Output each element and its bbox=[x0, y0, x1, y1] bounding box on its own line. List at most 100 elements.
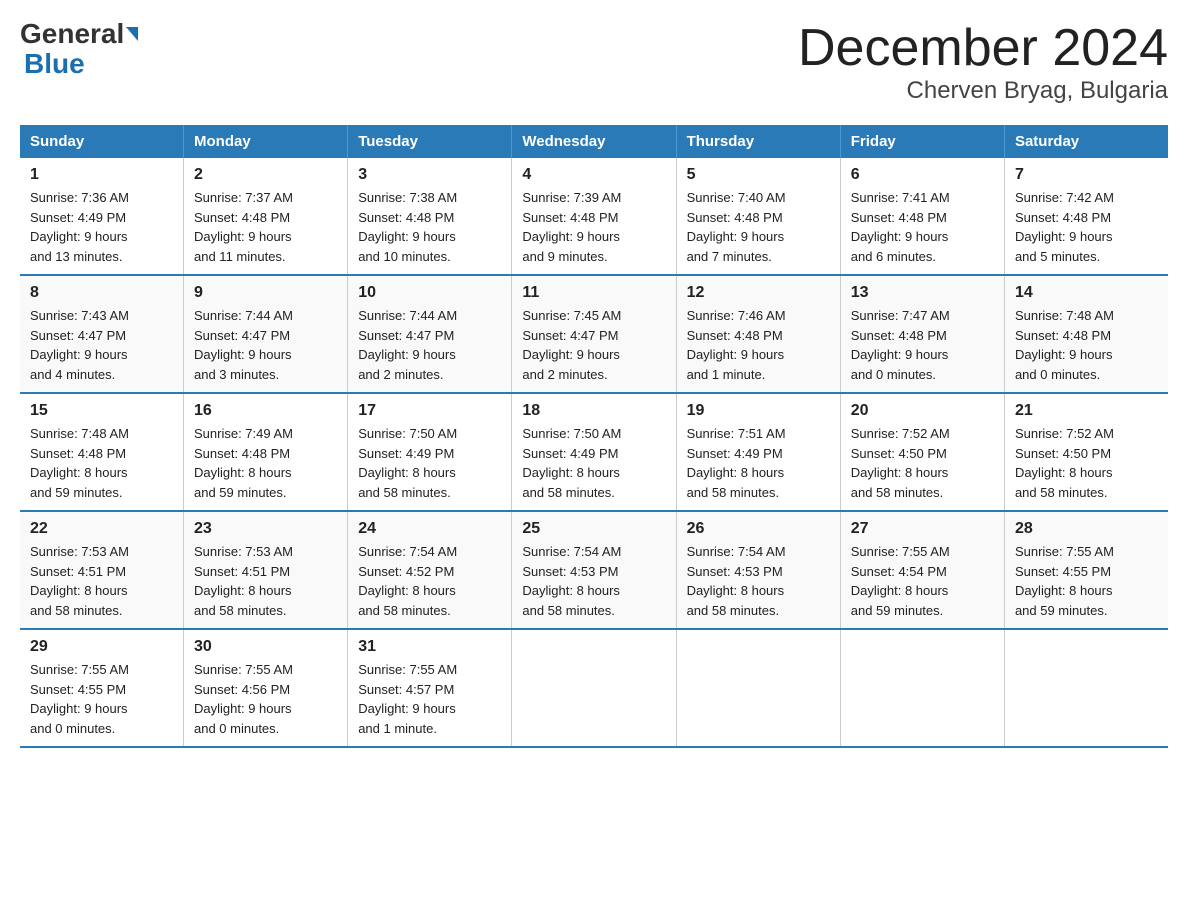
day-number: 30 bbox=[194, 638, 337, 656]
day-info: Sunrise: 7:38 AMSunset: 4:48 PMDaylight:… bbox=[358, 188, 501, 266]
day-info: Sunrise: 7:54 AMSunset: 4:53 PMDaylight:… bbox=[687, 542, 830, 620]
page-subtitle: Cherven Bryag, Bulgaria bbox=[798, 77, 1168, 105]
calendar-cell: 7 Sunrise: 7:42 AMSunset: 4:48 PMDaylight… bbox=[1004, 158, 1168, 275]
header-cell-monday: Monday bbox=[184, 125, 348, 158]
day-info: Sunrise: 7:52 AMSunset: 4:50 PMDaylight:… bbox=[1015, 424, 1158, 502]
calendar-cell: 25 Sunrise: 7:54 AMSunset: 4:53 PMDayligh… bbox=[512, 511, 676, 629]
day-number: 8 bbox=[30, 284, 173, 302]
week-row-5: 29 Sunrise: 7:55 AMSunset: 4:55 PMDayligh… bbox=[20, 629, 1168, 747]
day-info: Sunrise: 7:55 AMSunset: 4:55 PMDaylight:… bbox=[1015, 542, 1158, 620]
day-info: Sunrise: 7:55 AMSunset: 4:54 PMDaylight:… bbox=[851, 542, 994, 620]
calendar-cell: 30 Sunrise: 7:55 AMSunset: 4:56 PMDayligh… bbox=[184, 629, 348, 747]
day-number: 28 bbox=[1015, 520, 1158, 538]
calendar-cell bbox=[512, 629, 676, 747]
day-info: Sunrise: 7:50 AMSunset: 4:49 PMDaylight:… bbox=[358, 424, 501, 502]
logo-blue-text: Blue bbox=[20, 50, 85, 78]
day-info: Sunrise: 7:45 AMSunset: 4:47 PMDaylight:… bbox=[522, 306, 665, 384]
day-number: 2 bbox=[194, 166, 337, 184]
week-row-2: 8 Sunrise: 7:43 AMSunset: 4:47 PMDaylight… bbox=[20, 275, 1168, 393]
calendar-cell: 23 Sunrise: 7:53 AMSunset: 4:51 PMDayligh… bbox=[184, 511, 348, 629]
header-cell-wednesday: Wednesday bbox=[512, 125, 676, 158]
calendar-cell: 2Sunrise: 7:37 AMSunset: 4:48 PMDaylight… bbox=[184, 158, 348, 275]
day-number: 26 bbox=[687, 520, 830, 538]
day-number: 1 bbox=[30, 166, 173, 184]
day-number: 14 bbox=[1015, 284, 1158, 302]
calendar-cell: 19 Sunrise: 7:51 AMSunset: 4:49 PMDayligh… bbox=[676, 393, 840, 511]
day-number: 7 bbox=[1015, 166, 1158, 184]
day-info: Sunrise: 7:41 AMSunset: 4:48 PMDaylight:… bbox=[851, 188, 994, 266]
page-header: General Blue December 2024 Cherven Bryag… bbox=[20, 20, 1168, 105]
day-number: 29 bbox=[30, 638, 173, 656]
day-info: Sunrise: 7:46 AMSunset: 4:48 PMDaylight:… bbox=[687, 306, 830, 384]
day-number: 20 bbox=[851, 402, 994, 420]
day-info: Sunrise: 7:43 AMSunset: 4:47 PMDaylight:… bbox=[30, 306, 173, 384]
header-cell-thursday: Thursday bbox=[676, 125, 840, 158]
calendar-cell bbox=[1004, 629, 1168, 747]
day-number: 15 bbox=[30, 402, 173, 420]
header-cell-tuesday: Tuesday bbox=[348, 125, 512, 158]
page-title: December 2024 bbox=[798, 20, 1168, 77]
calendar-cell: 10Sunrise: 7:44 AMSunset: 4:47 PMDayligh… bbox=[348, 275, 512, 393]
calendar-table: SundayMondayTuesdayWednesdayThursdayFrid… bbox=[20, 125, 1168, 748]
calendar-cell bbox=[676, 629, 840, 747]
day-info: Sunrise: 7:55 AMSunset: 4:56 PMDaylight:… bbox=[194, 660, 337, 738]
calendar-cell: 31 Sunrise: 7:55 AMSunset: 4:57 PMDayligh… bbox=[348, 629, 512, 747]
calendar-cell: 1Sunrise: 7:36 AMSunset: 4:49 PMDaylight… bbox=[20, 158, 184, 275]
calendar-body: 1Sunrise: 7:36 AMSunset: 4:49 PMDaylight… bbox=[20, 158, 1168, 747]
header-cell-saturday: Saturday bbox=[1004, 125, 1168, 158]
calendar-cell bbox=[840, 629, 1004, 747]
header-row: SundayMondayTuesdayWednesdayThursdayFrid… bbox=[20, 125, 1168, 158]
calendar-cell: 17Sunrise: 7:50 AMSunset: 4:49 PMDayligh… bbox=[348, 393, 512, 511]
day-info: Sunrise: 7:55 AMSunset: 4:57 PMDaylight:… bbox=[358, 660, 501, 738]
day-number: 9 bbox=[194, 284, 337, 302]
day-number: 19 bbox=[687, 402, 830, 420]
calendar-cell: 11 Sunrise: 7:45 AMSunset: 4:47 PMDayligh… bbox=[512, 275, 676, 393]
day-info: Sunrise: 7:51 AMSunset: 4:49 PMDaylight:… bbox=[687, 424, 830, 502]
header-cell-sunday: Sunday bbox=[20, 125, 184, 158]
day-number: 23 bbox=[194, 520, 337, 538]
day-number: 24 bbox=[358, 520, 501, 538]
day-info: Sunrise: 7:49 AMSunset: 4:48 PMDaylight:… bbox=[194, 424, 337, 502]
calendar-cell: 9 Sunrise: 7:44 AMSunset: 4:47 PMDaylight… bbox=[184, 275, 348, 393]
week-row-1: 1Sunrise: 7:36 AMSunset: 4:49 PMDaylight… bbox=[20, 158, 1168, 275]
calendar-cell: 3Sunrise: 7:38 AMSunset: 4:48 PMDaylight… bbox=[348, 158, 512, 275]
day-number: 25 bbox=[522, 520, 665, 538]
day-info: Sunrise: 7:50 AMSunset: 4:49 PMDaylight:… bbox=[522, 424, 665, 502]
calendar-header: SundayMondayTuesdayWednesdayThursdayFrid… bbox=[20, 125, 1168, 158]
calendar-cell: 14 Sunrise: 7:48 AMSunset: 4:48 PMDayligh… bbox=[1004, 275, 1168, 393]
calendar-cell: 26 Sunrise: 7:54 AMSunset: 4:53 PMDayligh… bbox=[676, 511, 840, 629]
week-row-4: 22Sunrise: 7:53 AMSunset: 4:51 PMDayligh… bbox=[20, 511, 1168, 629]
day-info: Sunrise: 7:40 AMSunset: 4:48 PMDaylight:… bbox=[687, 188, 830, 266]
calendar-cell: 13Sunrise: 7:47 AMSunset: 4:48 PMDayligh… bbox=[840, 275, 1004, 393]
day-number: 16 bbox=[194, 402, 337, 420]
day-info: Sunrise: 7:48 AMSunset: 4:48 PMDaylight:… bbox=[1015, 306, 1158, 384]
logo-arrow-icon bbox=[126, 27, 138, 41]
day-number: 31 bbox=[358, 638, 501, 656]
calendar-cell: 6 Sunrise: 7:41 AMSunset: 4:48 PMDaylight… bbox=[840, 158, 1004, 275]
calendar-cell: 15Sunrise: 7:48 AMSunset: 4:48 PMDayligh… bbox=[20, 393, 184, 511]
logo-general-text: General bbox=[20, 20, 124, 48]
title-area: December 2024 Cherven Bryag, Bulgaria bbox=[798, 20, 1168, 105]
calendar-cell: 24Sunrise: 7:54 AMSunset: 4:52 PMDayligh… bbox=[348, 511, 512, 629]
day-info: Sunrise: 7:42 AMSunset: 4:48 PMDaylight:… bbox=[1015, 188, 1158, 266]
day-number: 11 bbox=[522, 284, 665, 302]
calendar-cell: 5 Sunrise: 7:40 AMSunset: 4:48 PMDaylight… bbox=[676, 158, 840, 275]
day-number: 6 bbox=[851, 166, 994, 184]
day-number: 5 bbox=[687, 166, 830, 184]
day-info: Sunrise: 7:55 AMSunset: 4:55 PMDaylight:… bbox=[30, 660, 173, 738]
day-info: Sunrise: 7:44 AMSunset: 4:47 PMDaylight:… bbox=[194, 306, 337, 384]
day-number: 12 bbox=[687, 284, 830, 302]
day-info: Sunrise: 7:53 AMSunset: 4:51 PMDaylight:… bbox=[194, 542, 337, 620]
day-number: 18 bbox=[522, 402, 665, 420]
day-number: 21 bbox=[1015, 402, 1158, 420]
calendar-cell: 16 Sunrise: 7:49 AMSunset: 4:48 PMDayligh… bbox=[184, 393, 348, 511]
calendar-cell: 22Sunrise: 7:53 AMSunset: 4:51 PMDayligh… bbox=[20, 511, 184, 629]
day-info: Sunrise: 7:47 AMSunset: 4:48 PMDaylight:… bbox=[851, 306, 994, 384]
day-info: Sunrise: 7:54 AMSunset: 4:53 PMDaylight:… bbox=[522, 542, 665, 620]
logo: General Blue bbox=[20, 20, 138, 78]
calendar-cell: 29 Sunrise: 7:55 AMSunset: 4:55 PMDayligh… bbox=[20, 629, 184, 747]
week-row-3: 15Sunrise: 7:48 AMSunset: 4:48 PMDayligh… bbox=[20, 393, 1168, 511]
calendar-cell: 12 Sunrise: 7:46 AMSunset: 4:48 PMDayligh… bbox=[676, 275, 840, 393]
calendar-cell: 4Sunrise: 7:39 AMSunset: 4:48 PMDaylight… bbox=[512, 158, 676, 275]
calendar-cell: 8 Sunrise: 7:43 AMSunset: 4:47 PMDaylight… bbox=[20, 275, 184, 393]
